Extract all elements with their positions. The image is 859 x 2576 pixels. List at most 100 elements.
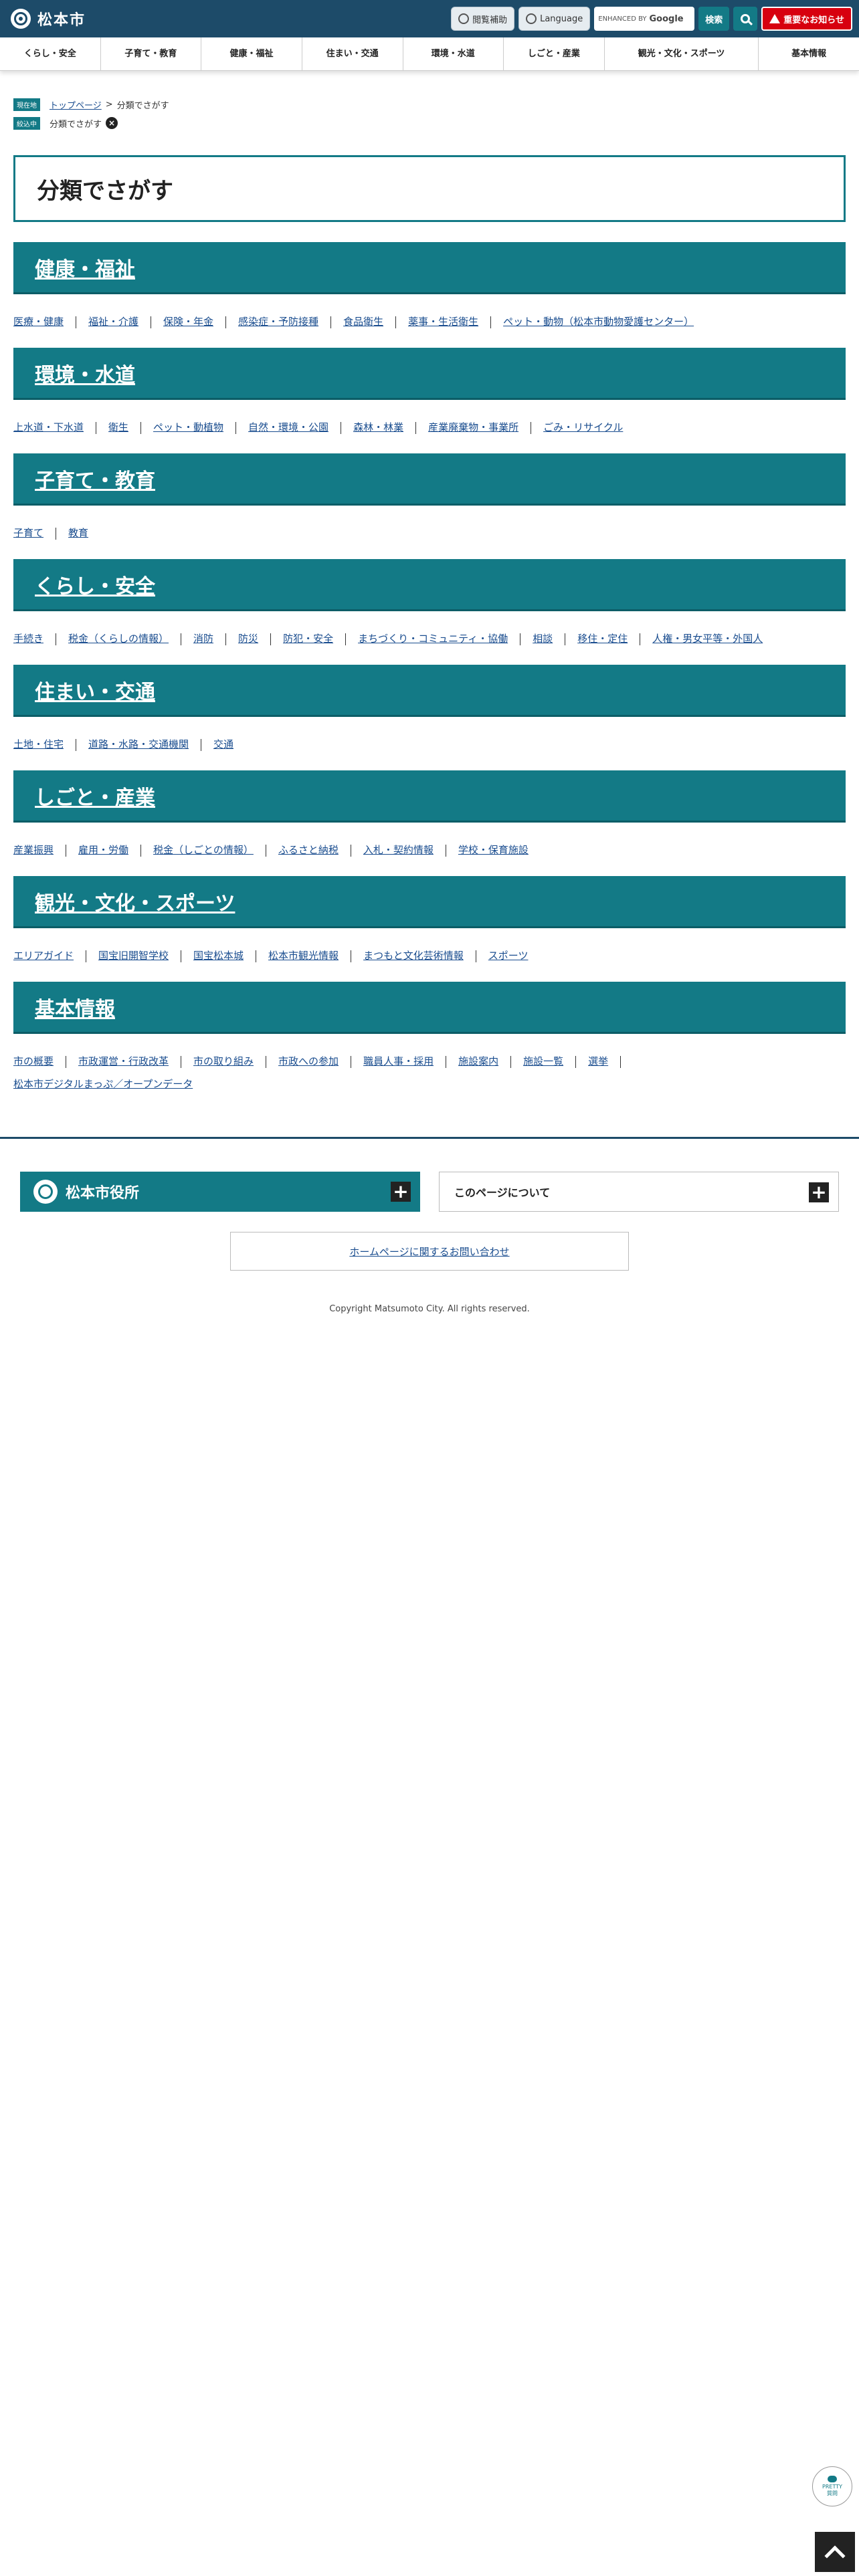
subcategory-link[interactable]: 施設一覧 (523, 1055, 563, 1067)
category-section: 健康・福祉医療・健康 福祉・介護 保険・年金 感染症・予防接種 食品衛生 薬事・生活衛生 ペ… (13, 242, 846, 348)
subcategory-link[interactable]: 森林・林業 (353, 421, 403, 433)
category-heading: 環境・水道 (13, 348, 846, 400)
nav-item-living[interactable]: くらし・安全 (0, 37, 101, 70)
subcategory-link[interactable]: ペット・動植物 (153, 421, 223, 433)
subcategory-link[interactable]: 選挙 (588, 1055, 608, 1067)
subcategory-link[interactable]: 国宝旧開智学校 (98, 950, 169, 962)
subcategory-link[interactable]: 学校・保育施設 (458, 844, 529, 856)
subcategory-link[interactable]: 食品衛生 (343, 316, 383, 328)
subcategory-link[interactable]: 保険・年金 (163, 316, 213, 328)
subcategory-link[interactable]: 産業振興 (13, 844, 54, 856)
subcategory-link[interactable]: 職員人事・採用 (363, 1055, 434, 1067)
search-submit-button[interactable]: 検索 (698, 7, 730, 31)
breadcrumb-home-link[interactable]: トップページ (50, 98, 102, 111)
subcategory-link[interactable]: ふるさと納税 (278, 844, 339, 856)
subcategory-link[interactable]: 国宝松本城 (193, 950, 244, 962)
subcategory-links: 市の概要 市政運営・行政改革 市の取り組み 市政への参加 職員人事・採用 施設案内 施設一覧… (13, 1034, 846, 1095)
subcategory-link[interactable]: 衛生 (108, 421, 128, 433)
expand-plus-icon[interactable]: + (391, 1182, 411, 1202)
current-location-tag: 現在地 (13, 98, 40, 111)
category-title-link[interactable]: 住まい・交通 (35, 675, 155, 705)
category-title-link[interactable]: 健康・福祉 (35, 253, 135, 282)
subcategory-link[interactable]: 税金（しごとの情報） (153, 844, 254, 856)
category-title-link[interactable]: 環境・水道 (35, 358, 135, 388)
category-heading: 観光・文化・スポーツ (13, 876, 846, 928)
search-placeholder: ENHANCED BY (598, 15, 647, 23)
subcategory-link[interactable]: 移住・定住 (577, 633, 628, 645)
subcategory-link[interactable]: 子育て (13, 527, 43, 539)
subcategory-link[interactable]: 市の概要 (13, 1055, 54, 1067)
chatbot-button[interactable]: PRETTY 質問 (812, 2466, 852, 2506)
subcategory-link[interactable]: 雇用・労働 (78, 844, 128, 856)
category-title-link[interactable]: 基本情報 (35, 992, 115, 1022)
subcategory-link[interactable]: 松本市デジタルまっぷ／オープンデータ (13, 1078, 193, 1090)
subcategory-link[interactable]: 道路・水路・交通機関 (88, 738, 189, 750)
search-input[interactable]: ENHANCED BY Google (594, 7, 695, 31)
subcategory-link[interactable]: 福祉・介護 (88, 316, 138, 328)
subcategory-link[interactable]: 市の取り組み (193, 1055, 254, 1067)
subcategory-link[interactable]: 医療・健康 (13, 316, 64, 328)
page-title-box: 分類でさがす (13, 155, 846, 222)
category-section: 住まい・交通土地・住宅 道路・水路・交通機関 交通 (13, 665, 846, 770)
accessibility-button[interactable]: 閲覧補助 (451, 7, 515, 31)
subcategory-link[interactable]: 相談 (533, 633, 553, 645)
subcategory-link[interactable]: 自然・環境・公園 (248, 421, 328, 433)
subcategory-link[interactable]: 交通 (213, 738, 233, 750)
subcategory-link[interactable]: まちづくり・コミュニティ・協働 (358, 633, 508, 645)
subcategory-link[interactable]: ごみ・リサイクル (543, 421, 623, 433)
city-office-accordion[interactable]: 松本市役所 + (20, 1172, 420, 1212)
category-heading: 住まい・交通 (13, 665, 846, 717)
subcategory-link[interactable]: 入札・契約情報 (363, 844, 434, 856)
category-title-link[interactable]: 子育て・教育 (35, 464, 155, 494)
subcategory-link[interactable]: 施設案内 (458, 1055, 498, 1067)
nav-item-housing[interactable]: 住まい・交通 (302, 37, 403, 70)
link-separator (415, 421, 417, 434)
subcategory-link[interactable]: 税金（くらしの情報） (68, 633, 169, 645)
site-logo[interactable]: 松本市 (11, 8, 86, 29)
nav-item-tourism[interactable]: 観光・文化・スポーツ (605, 37, 759, 70)
nav-item-health[interactable]: 健康・福祉 (201, 37, 302, 70)
subcategory-link[interactable]: 産業廃棄物・事業所 (428, 421, 518, 433)
inquiry-link[interactable]: ホームページに関するお問い合わせ (349, 1245, 509, 1259)
subcategory-link[interactable]: エリアガイド (13, 950, 74, 962)
subcategory-link[interactable]: 市政への参加 (278, 1055, 339, 1067)
nav-item-business[interactable]: しごと・産業 (504, 37, 605, 70)
subcategory-link[interactable]: まつもと文化芸術情報 (363, 950, 464, 962)
subcategory-link[interactable]: 教育 (68, 527, 88, 539)
subcategory-link[interactable]: ペット・動物（松本市動物愛護センター） (503, 316, 694, 328)
city-office-label: 松本市役所 (66, 1185, 140, 1202)
subcategory-link[interactable]: 手続き (13, 633, 43, 645)
subcategory-link[interactable]: 感染症・予防接種 (238, 316, 318, 328)
subcategory-link[interactable]: 松本市観光情報 (268, 950, 339, 962)
nav-item-environment[interactable]: 環境・水道 (403, 37, 504, 70)
close-icon[interactable]: × (106, 117, 118, 129)
search-toggle-button[interactable] (733, 7, 758, 31)
footer-divider (0, 1137, 859, 1139)
subcategory-link[interactable]: 薬事・生活衛生 (408, 316, 478, 328)
subcategory-link[interactable]: 土地・住宅 (13, 738, 64, 750)
subcategory-link[interactable]: 消防 (193, 633, 213, 645)
category-title-link[interactable]: くらし・安全 (35, 570, 155, 599)
breadcrumb: 現在地 トップページ > 分類でさがす 絞込中 分類でさがす × (0, 95, 859, 132)
nav-item-basic-info[interactable]: 基本情報 (759, 37, 859, 70)
page-top-button[interactable] (815, 2532, 855, 2572)
about-page-accordion[interactable]: このページについて + (439, 1172, 839, 1212)
globe-icon (526, 13, 537, 24)
subcategory-link[interactable]: 防災 (238, 633, 258, 645)
category-title-link[interactable]: しごと・産業 (35, 781, 155, 811)
expand-plus-icon[interactable]: + (809, 1182, 829, 1202)
subcategory-link[interactable]: 上水道・下水道 (13, 421, 84, 433)
subcategory-link[interactable]: 人権・男女平等・外国人 (652, 633, 763, 645)
category-title-link[interactable]: 観光・文化・スポーツ (35, 887, 235, 916)
nav-item-childcare[interactable]: 子育て・教育 (101, 37, 202, 70)
subcategory-link[interactable]: 市政運営・行政改革 (78, 1055, 169, 1067)
subcategory-link[interactable]: スポーツ (488, 950, 529, 962)
breadcrumb-filter: 絞込中 分類でさがす × (13, 114, 846, 132)
important-notice-button[interactable]: 重要なお知らせ (761, 7, 852, 31)
subcategory-links: 医療・健康 福祉・介護 保険・年金 感染症・予防接種 食品衛生 薬事・生活衛生 ペット・動物… (13, 294, 846, 333)
link-separator (140, 844, 142, 857)
search-icon (741, 14, 751, 23)
language-button[interactable]: Language (518, 7, 591, 31)
subcategory-link[interactable]: 防犯・安全 (283, 633, 333, 645)
accessibility-label: 閲覧補助 (472, 15, 508, 25)
